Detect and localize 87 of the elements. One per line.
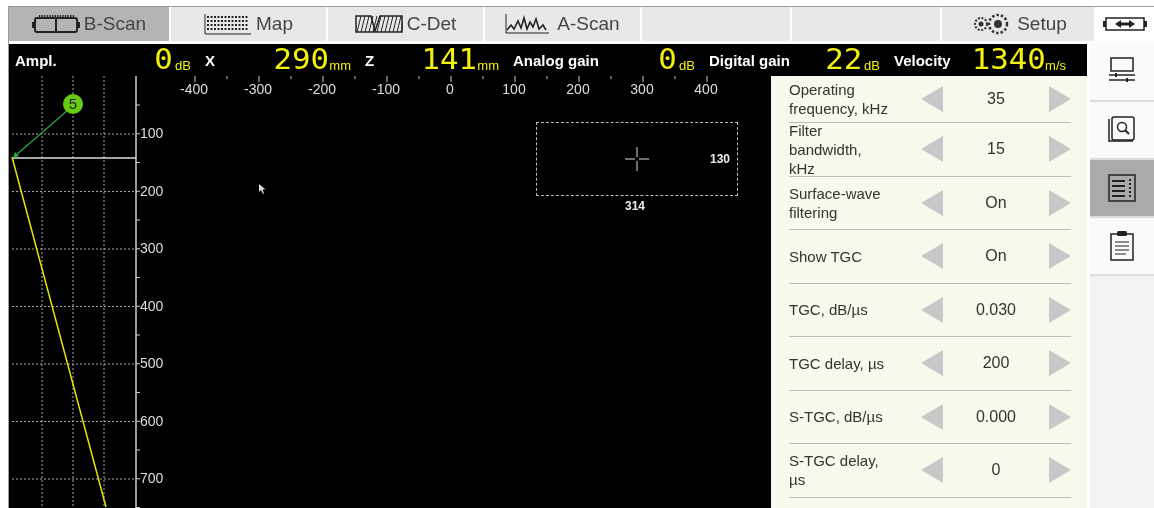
toolbar-button[interactable] [1090,218,1154,276]
scanner-icon [31,14,80,34]
dot-grid-icon [204,13,252,35]
toolbar-button[interactable] [1090,102,1154,160]
pointer-icon [259,184,266,194]
readout-label: Digital gain [709,51,790,69]
decrease-button[interactable] [921,403,943,430]
axis-label: -200 [308,81,336,97]
readout-value: 0 [658,47,677,73]
axis-label: 100 [140,125,164,141]
toolbar-button[interactable] [1090,44,1154,102]
setting-label: Surface-wave filtering [789,183,882,222]
setting-label: TGC delay, µs [789,353,886,373]
axis-label: -100 [372,81,400,97]
axis-label: 400 [140,297,164,314]
setting-label: S-TGC, dB/µs [789,407,884,427]
readout-label: Analog gain [513,51,599,69]
readout-unit: dB [175,58,191,73]
tab[interactable]: C-Det [328,7,483,41]
setting-value: 0.000 [974,407,1017,426]
readout-value: 141 [421,47,477,73]
increase-button[interactable] [1049,350,1071,377]
setting-label: S-TGC delay, µs [789,451,880,490]
readout-unit: dB [679,58,695,73]
decrease-button[interactable] [921,189,943,216]
crosshair-icon [625,147,649,171]
setting-value: 35 [986,90,1006,108]
setting-label: Show TGC [789,246,864,266]
axis-label: 200 [566,81,590,97]
decrease-button[interactable] [921,136,943,163]
readout-value: 1340 [971,47,1046,73]
setting-value: 0 [990,461,1002,480]
battery-icon [1103,16,1147,32]
increase-button[interactable] [1049,296,1071,323]
readout-value: 22 [825,47,863,73]
readout-unit: mm [477,58,499,73]
setting-label: TGC, dB/µs [789,300,869,320]
axis-label: 300 [630,81,654,97]
increase-button[interactable] [1049,457,1071,484]
increase-button[interactable] [1049,243,1071,270]
tab[interactable]: Map [171,7,326,41]
tab[interactable]: A-Scan [485,7,640,41]
decrease-button[interactable] [921,296,943,323]
axis-label: 100 [502,81,526,97]
increase-button[interactable] [1049,86,1071,112]
increase-button[interactable] [1049,136,1071,163]
setting-value: On [984,193,1008,212]
tab[interactable]: Setup [942,7,1094,41]
decrease-button[interactable] [921,243,943,270]
axis-label: 400 [694,81,718,97]
blank-tab[interactable] [642,7,790,41]
readout-label: Z [365,51,375,69]
toolbar-button[interactable] [1090,160,1154,218]
setting-value: 15 [986,140,1006,159]
decrease-button[interactable] [921,457,943,484]
dimension-label: 130 [710,152,731,166]
axis-label: 300 [140,240,164,256]
marker-badge: 5 [63,94,83,114]
axis-label: 700 [140,470,164,486]
increase-button[interactable] [1049,403,1071,430]
list-icon [1106,172,1138,204]
setting-label: Operating frequency, kHz [789,80,889,118]
blank-tab[interactable] [792,7,940,41]
setting-value: 0.030 [974,300,1017,319]
readout-label: Velocity [894,51,951,69]
increase-button[interactable] [1049,189,1071,216]
readout-label: Ampl. [15,51,57,69]
axis-label: 0 [446,81,454,97]
hatched-profile-icon [354,13,403,35]
readout-unit: m/s [1045,58,1066,73]
readout-label: X [205,51,215,69]
readout-unit: dB [864,58,880,73]
readout-value: 290 [273,47,329,73]
decrease-button[interactable] [921,350,943,377]
setting-value: 200 [981,354,1011,373]
readout-unit: mm [329,58,351,73]
axis-label: -300 [244,81,272,97]
tab[interactable]: B-Scan [9,7,169,41]
axis-label: 200 [140,182,164,199]
axis-label: 600 [140,412,164,429]
setting-label: Filter bandwidth, kHz [789,120,863,178]
axis-label: 500 [140,355,164,371]
setting-value: On [984,247,1008,266]
axis-label: -400 [180,81,208,97]
decrease-button[interactable] [921,86,943,112]
dimension-label: 314 [625,199,646,213]
readout-value: 0 [154,47,173,73]
